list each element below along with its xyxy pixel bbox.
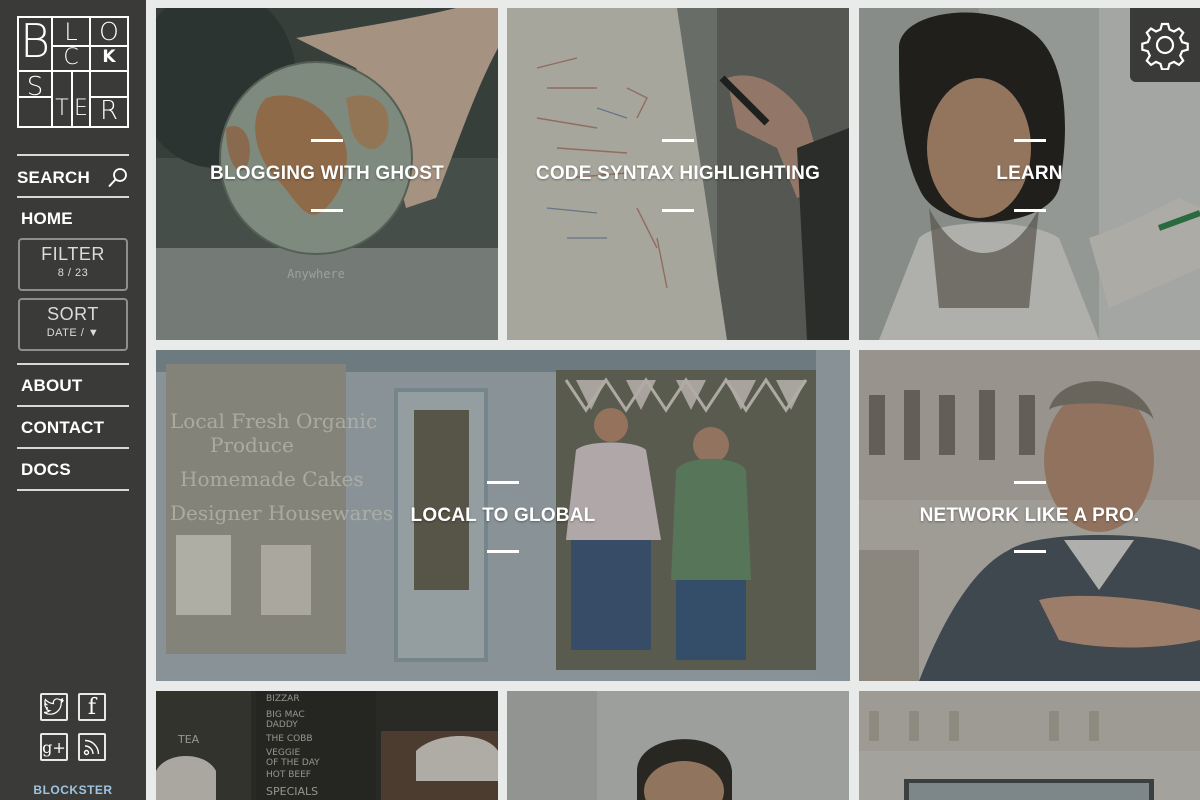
nav-home[interactable]: HOME [21, 209, 133, 229]
nav-divider [17, 447, 129, 449]
sort-value: DATE / ▼ [46, 327, 100, 339]
rss-icon[interactable] [78, 733, 106, 761]
sort-button[interactable]: SORT DATE / ▼ [18, 298, 128, 351]
gear-icon [1141, 22, 1189, 70]
post-title[interactable]: NETWORK LIKE A PRO. [859, 505, 1200, 527]
blockster-logo[interactable]: B L O C K S T E R [17, 16, 129, 128]
logo-letter: E [74, 96, 88, 121]
logo-letter: B [19, 14, 51, 68]
nav-about[interactable]: ABOUT [21, 376, 133, 396]
nav-docs[interactable]: DOCS [21, 460, 133, 480]
nav-contact[interactable]: CONTACT [21, 418, 133, 438]
sidebar: B L O C K S T E R SEARCH HOME FILTER 8 /… [0, 0, 146, 800]
post-tile[interactable]: Anywhere BLOGGING WITH GHOST [156, 8, 498, 340]
nav-divider [17, 489, 129, 491]
post-tile[interactable]: Local Fresh Organic Produce Homemade Cak… [156, 350, 850, 681]
post-title[interactable]: CODE SYNTAX HIGHLIGHTING [507, 163, 849, 185]
logo-letter: O [99, 17, 119, 46]
logo-letter: C [63, 45, 79, 70]
filter-button[interactable]: FILTER 8 / 23 [18, 238, 128, 291]
sort-label: SORT [47, 304, 99, 324]
nav-divider [17, 405, 129, 407]
nav-divider [17, 363, 129, 365]
filter-label: FILTER [41, 244, 105, 264]
post-tile[interactable]: NETWORK LIKE A PRO. [859, 350, 1200, 681]
logo-letter: R [99, 96, 119, 126]
google-plus-icon[interactable]: g+ [40, 733, 68, 761]
post-tile[interactable] [859, 691, 1200, 800]
logo-letter: T [55, 96, 69, 121]
nav-divider [17, 196, 129, 198]
post-title[interactable]: BLOGGING WITH GHOST [156, 163, 498, 185]
post-title[interactable]: LEARN [859, 163, 1200, 185]
logo-letter: K [102, 47, 116, 67]
footer-brand[interactable]: BLOCKSTER [0, 783, 146, 797]
post-tile[interactable]: LEARN [859, 8, 1200, 340]
search-label: SEARCH [17, 168, 90, 187]
filter-count: 8 / 23 [57, 267, 89, 279]
facebook-glyph: f [87, 694, 97, 720]
search-icon[interactable] [107, 167, 129, 189]
logo-letter: L [64, 18, 78, 46]
google-plus-glyph: g+ [42, 737, 66, 757]
logo-letter: S [26, 72, 44, 102]
post-tile[interactable]: CODE SYNTAX HIGHLIGHTING [507, 8, 849, 340]
nav-divider [17, 154, 129, 156]
facebook-icon[interactable]: f [78, 693, 106, 721]
post-title[interactable]: LOCAL TO GLOBAL [156, 505, 850, 527]
twitter-icon[interactable] [40, 693, 68, 721]
post-tile[interactable]: BIZZAR BIG MAC DADDY THE COBB VEGGIE OF … [156, 691, 498, 800]
post-tile[interactable] [507, 691, 849, 800]
search-link[interactable]: SEARCH [17, 168, 129, 188]
settings-button[interactable] [1130, 8, 1200, 82]
